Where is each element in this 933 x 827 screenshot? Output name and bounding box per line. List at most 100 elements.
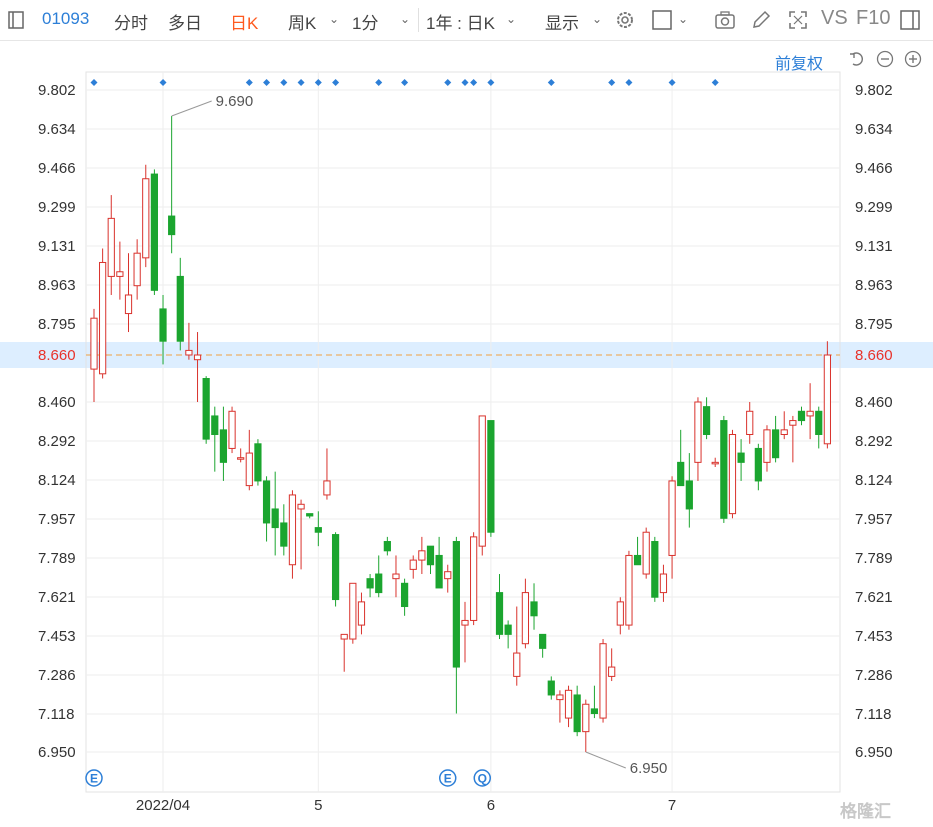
candle [470, 532, 478, 626]
event-diamond [608, 79, 616, 86]
candle-body [470, 536, 478, 621]
candle-body [280, 522, 288, 547]
candle [297, 499, 305, 570]
candle [262, 476, 271, 542]
candle [590, 685, 599, 719]
candle [737, 439, 745, 481]
candle [237, 448, 245, 463]
candle-body [771, 429, 780, 459]
candle-body [90, 317, 98, 370]
event-diamond [401, 79, 409, 86]
candle-body [418, 550, 426, 561]
candle [107, 195, 115, 295]
y-tick-label: 7.286 [38, 667, 76, 684]
x-tick-label: 6 [487, 797, 495, 814]
candle-body [262, 480, 271, 524]
candle-body [728, 434, 737, 515]
candle-body [564, 689, 573, 719]
event-diamond [547, 79, 555, 86]
candle-body [815, 410, 823, 435]
candle-body [271, 508, 279, 529]
candle [435, 536, 443, 589]
y-tick-label: 8.963 [855, 277, 893, 294]
event-markers: EEQ [85, 79, 719, 787]
candle [176, 257, 184, 351]
candle [461, 601, 469, 663]
y-tick-label: 7.957 [38, 511, 76, 528]
event-diamond [470, 79, 478, 86]
candle-body [409, 559, 417, 570]
candle [651, 536, 659, 602]
candle-body [625, 554, 633, 626]
candle [202, 376, 210, 444]
candle-body [780, 429, 788, 436]
y-tick-label: 9.634 [38, 121, 76, 138]
candle [564, 685, 573, 728]
candle-body [185, 349, 193, 356]
x-tick-label: 5 [314, 797, 322, 814]
candle [185, 322, 193, 360]
y-tick-label: 9.299 [855, 199, 893, 216]
candle [392, 555, 400, 598]
candle [116, 241, 124, 300]
candle [556, 690, 564, 723]
candle-body [504, 624, 512, 635]
candle [383, 536, 391, 556]
high-leader-line [171, 100, 212, 117]
event-diamond [625, 79, 633, 86]
candlestick-chart[interactable]: 9.802 9.634 9.466 9.299 9.131 8.963 8.795 8.460… [0, 0, 933, 827]
candle [90, 308, 98, 402]
candle [659, 564, 668, 602]
candle-body [547, 680, 555, 696]
candle-body [530, 601, 538, 617]
candle-body [677, 461, 685, 487]
candle-body [349, 582, 357, 640]
candle-body [685, 480, 693, 510]
candle-body [150, 173, 159, 291]
candle [616, 597, 624, 635]
high-label: 9.690 [216, 93, 254, 110]
candle-body [193, 354, 202, 361]
y-tick-label: 8.795 [38, 316, 76, 333]
y-tick-label: 9.466 [855, 160, 893, 177]
candle [331, 532, 340, 607]
candle-body [375, 573, 383, 594]
candle [625, 550, 633, 630]
candle [633, 536, 642, 566]
candle-body [116, 271, 124, 277]
candle [245, 429, 253, 491]
event-label: E [90, 772, 98, 786]
candle [608, 648, 616, 682]
candle [495, 574, 504, 640]
candle-body [288, 494, 297, 566]
candle-body [331, 534, 340, 601]
candle-body [659, 573, 668, 594]
annotations: 9.690 6.950 [171, 93, 667, 777]
candle-body [521, 592, 530, 645]
candle [685, 453, 693, 528]
x-tick-label: 2022/04 [136, 797, 190, 814]
candle-body [789, 420, 797, 426]
candle [211, 406, 219, 472]
current-price-label: 8.660 [38, 347, 76, 364]
candle-body [426, 545, 435, 566]
y-tick-label: 7.621 [855, 589, 893, 606]
y-tick-label: 9.802 [855, 82, 893, 99]
candle [280, 504, 288, 556]
y-axis-right: 9.802 9.634 9.466 9.299 9.131 8.963 8.795 8.460… [855, 82, 893, 761]
event-diamond [263, 79, 271, 86]
watermark-text: 格隆汇 [840, 802, 891, 821]
candle-body [513, 652, 521, 677]
candle [771, 415, 780, 463]
candle-body [582, 703, 590, 733]
candle-body [539, 633, 547, 649]
y-tick-label: 9.634 [855, 121, 893, 138]
candle [780, 411, 788, 440]
y-tick-label: 7.118 [855, 706, 891, 723]
candle [599, 639, 607, 723]
y-tick-label: 8.460 [855, 394, 893, 411]
y-tick-label: 7.286 [855, 667, 893, 684]
candle-body [314, 527, 322, 533]
y-tick-label: 8.795 [855, 316, 893, 333]
candle [375, 555, 383, 598]
